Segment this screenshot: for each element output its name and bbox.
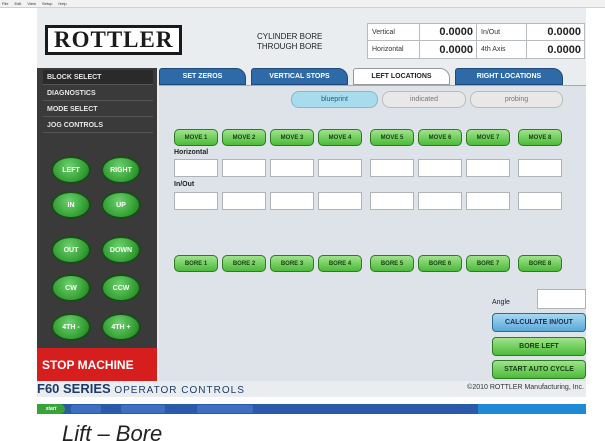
menu-view[interactable]: View	[27, 0, 36, 7]
vertical-label: Vertical	[368, 24, 420, 41]
horizontal-readout-value: 0.0000	[420, 41, 477, 58]
start-auto-cycle-button[interactable]: START AUTO CYCLE	[492, 360, 586, 379]
bore-6-button[interactable]: BORE 6	[418, 255, 462, 272]
jog-cw-button[interactable]: CW	[51, 274, 91, 302]
move-3-button[interactable]: MOVE 3	[270, 129, 314, 146]
operator-panel: ROTTLER CYLINDER BORE THROUGH BORE Verti…	[37, 8, 586, 397]
horizontal-field-6[interactable]	[418, 159, 462, 177]
bore-1-button[interactable]: BORE 1	[174, 255, 218, 272]
horizontal-field-2[interactable]	[222, 159, 266, 177]
move-4-button[interactable]: MOVE 4	[318, 129, 362, 146]
inout-field-4[interactable]	[318, 192, 362, 210]
angle-label: Angle	[492, 299, 510, 306]
move-5-button[interactable]: MOVE 5	[370, 129, 414, 146]
caption: Lift – Bore	[62, 421, 163, 441]
inout-field-7[interactable]	[466, 192, 510, 210]
bore-3-button[interactable]: BORE 3	[270, 255, 314, 272]
bore-4-button[interactable]: BORE 4	[318, 255, 362, 272]
inout-field-6[interactable]	[418, 192, 462, 210]
tab-vertical-stops[interactable]: VERTICAL STOPS	[251, 68, 348, 85]
horizontal-field-4[interactable]	[318, 159, 362, 177]
horizontal-readout-label: Horizontal	[368, 41, 420, 58]
taskbar: start	[37, 404, 586, 414]
jog-4th-minus-button[interactable]: 4TH -	[51, 313, 91, 341]
probing-toggle[interactable]: probing	[470, 91, 563, 108]
series-name: F60 SERIES	[37, 381, 111, 396]
left-sidebar: BLOCK SELECT DIAGNOSTICS MODE SELECT JOG…	[37, 68, 157, 381]
menu-file[interactable]: File	[2, 0, 8, 7]
horizontal-field-7[interactable]	[466, 159, 510, 177]
jog-ccw-button[interactable]: CCW	[101, 274, 141, 302]
fourth-axis-label: 4th Axis	[477, 41, 527, 58]
inout-value: 0.0000	[527, 24, 584, 41]
vertical-value: 0.0000	[420, 24, 477, 41]
horizontal-field-5[interactable]	[370, 159, 414, 177]
menu-edit[interactable]: Edit	[14, 0, 21, 7]
menu-help[interactable]: Help	[58, 0, 66, 7]
jog-up-button[interactable]: UP	[101, 191, 141, 219]
axis-readouts: Vertical 0.0000 In/Out 0.0000 Horizontal…	[367, 23, 585, 59]
inout-label: In/Out	[477, 24, 527, 41]
indicated-toggle[interactable]: indicated	[382, 91, 466, 108]
sidebar-item-block-select[interactable]: BLOCK SELECT	[43, 70, 153, 85]
screen: File Edit View Setup Help ROTTLER CYLIND…	[0, 0, 605, 441]
tab-set-zeros[interactable]: SET ZEROS	[159, 68, 246, 85]
move-7-button[interactable]: MOVE 7	[466, 129, 510, 146]
series-title: F60 SERIES OPERATOR CONTROLS	[37, 381, 245, 399]
inout-field-1[interactable]	[174, 192, 218, 210]
start-button[interactable]: start	[37, 404, 65, 414]
rottler-logo: ROTTLER	[45, 25, 183, 55]
inout-field-8[interactable]	[518, 192, 562, 210]
inout-field-5[interactable]	[370, 192, 414, 210]
sidebar-item-mode-select[interactable]: MODE SELECT	[43, 102, 153, 117]
bore-7-button[interactable]: BORE 7	[466, 255, 510, 272]
jog-right-button[interactable]: RIGHT	[101, 156, 141, 184]
move-1-button[interactable]: MOVE 1	[174, 129, 218, 146]
stop-machine-button[interactable]: STOP MACHINE	[37, 348, 157, 381]
logo-text: ROTTLER	[54, 27, 174, 52]
sidebar-item-diagnostics[interactable]: DIAGNOSTICS	[43, 86, 153, 101]
blueprint-toggle[interactable]: blueprint	[291, 91, 378, 108]
inout-field-3[interactable]	[270, 192, 314, 210]
fourth-axis-value: 0.0000	[547, 43, 581, 56]
horizontal-field-8[interactable]	[518, 159, 562, 177]
menu-bar: File Edit View Setup Help	[0, 0, 605, 8]
sidebar-item-jog-controls[interactable]: JOG CONTROLS	[43, 118, 153, 133]
jog-down-button[interactable]: DOWN	[101, 236, 141, 264]
angle-field[interactable]	[537, 289, 586, 309]
tab-left-locations[interactable]: LEFT LOCATIONS	[353, 68, 450, 85]
footer: F60 SERIES OPERATOR CONTROLS ©2010 ROTTL…	[37, 381, 586, 397]
horizontal-field-3[interactable]	[270, 159, 314, 177]
jog-left-button[interactable]: LEFT	[51, 156, 91, 184]
inout-field-2[interactable]	[222, 192, 266, 210]
horizontal-field-1[interactable]	[174, 159, 218, 177]
system-tray	[478, 404, 586, 414]
bore-8-button[interactable]: BORE 8	[518, 255, 562, 272]
taskbar-item-1[interactable]	[71, 405, 101, 413]
jog-in-button[interactable]: IN	[51, 191, 91, 219]
bore-5-button[interactable]: BORE 5	[370, 255, 414, 272]
copyright: ©2010 ROTTLER Manufacturing, Inc.	[467, 384, 584, 391]
operator-controls-label: OPERATOR CONTROLS	[114, 385, 245, 396]
jog-out-button[interactable]: OUT	[51, 236, 91, 264]
jog-4th-plus-button[interactable]: 4TH +	[101, 313, 141, 341]
taskbar-item-3[interactable]	[197, 405, 253, 413]
through-bore-label: THROUGH BORE	[257, 42, 323, 51]
move-8-button[interactable]: MOVE 8	[518, 129, 562, 146]
bore-2-button[interactable]: BORE 2	[222, 255, 266, 272]
move-6-button[interactable]: MOVE 6	[418, 129, 462, 146]
bore-left-button[interactable]: BORE LEFT	[492, 337, 586, 356]
taskbar-item-2[interactable]	[121, 405, 165, 413]
horizontal-row-label: Horizontal	[174, 149, 209, 156]
move-2-button[interactable]: MOVE 2	[222, 129, 266, 146]
calculate-inout-button[interactable]: CALCULATE IN/OUT	[492, 313, 586, 332]
cylinder-bore-label: CYLINDER BORE	[257, 32, 323, 41]
menu-setup[interactable]: Setup	[42, 0, 52, 7]
inout-row-label: In/Out	[174, 181, 195, 188]
tab-right-locations[interactable]: RIGHT LOCATIONS	[455, 68, 563, 85]
